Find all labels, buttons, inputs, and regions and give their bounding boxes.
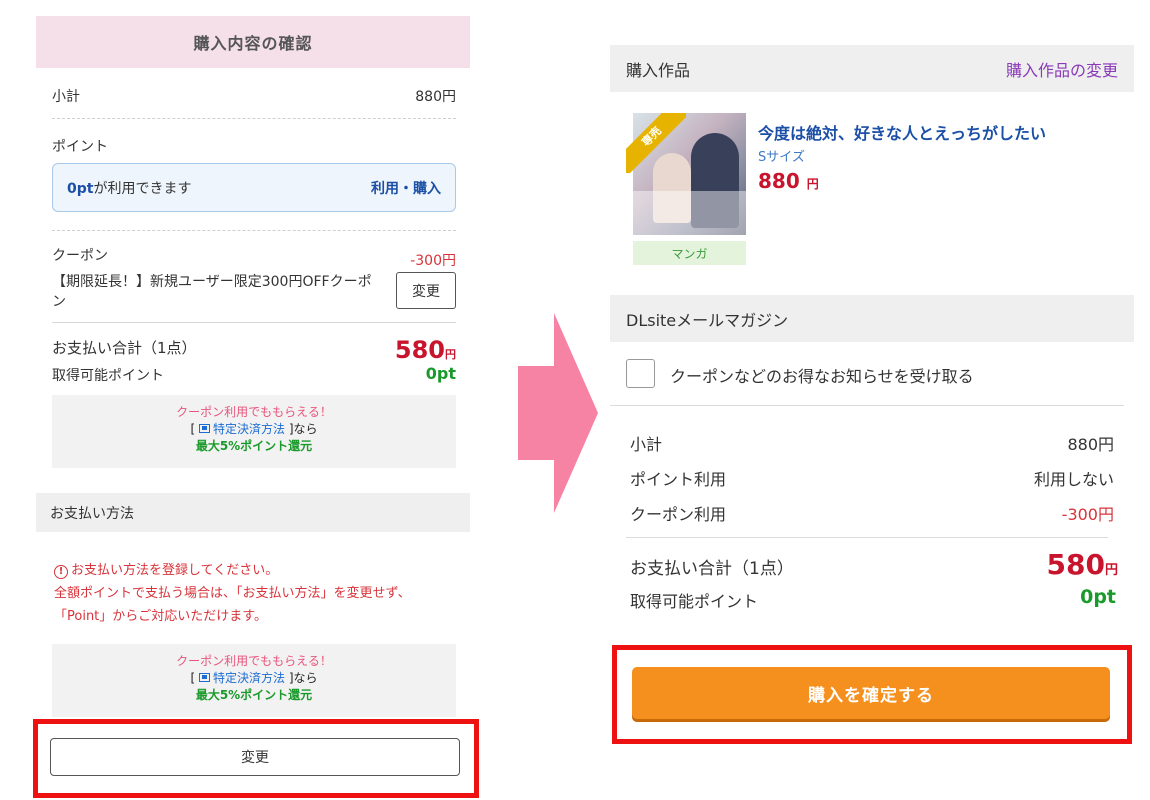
summary-value: -300円 — [1061, 505, 1114, 524]
promo-reward: 最大5%ポイント還元 — [195, 439, 313, 453]
earn-points-label: 取得可能ポイント — [630, 592, 759, 611]
promo-box: クーポン利用でももらえる！ [ 特定決済方法 ]なら 最大5%ポイント還元 — [52, 395, 456, 468]
earn-points-value: 0pt — [425, 364, 456, 383]
category-badge: マンガ — [633, 241, 746, 265]
product-price: 880 円 — [758, 169, 819, 193]
points-available-text: 0ptが利用できます — [67, 180, 192, 197]
coupon-change-button[interactable]: 変更 — [396, 272, 456, 309]
purchase-final-panel: 購入作品 購入作品の変更 専売 マンガ 今度は絶対、好きな人とえっちがしたい S… — [610, 45, 1134, 800]
summary-label: クーポン利用 — [630, 505, 727, 524]
divider — [52, 322, 456, 323]
warning-line1: お支払い方法を登録してください。 — [71, 563, 279, 578]
summary-value: 利用しない — [1033, 470, 1114, 489]
subtotal-row: 小計 880円 — [52, 86, 456, 106]
promo-headline: クーポン利用でももらえる！ — [176, 405, 332, 419]
newsletter-checkbox-label[interactable]: クーポンなどのお得なお知らせを受け取る — [670, 363, 974, 387]
earn-points-label: 取得可能ポイント — [52, 368, 164, 384]
page-title: 購入内容の確認 — [36, 16, 470, 68]
mail-magazine-header: DLsiteメールマガジン — [610, 295, 1134, 342]
summary-row: 小計 880円 — [630, 431, 1114, 455]
right-arrow-icon — [518, 313, 598, 513]
external-link-icon — [198, 424, 210, 433]
divider — [52, 118, 456, 119]
product-title-link[interactable]: 今度は絶対、好きな人とえっちがしたい — [758, 120, 1046, 144]
purchased-item-header: 購入作品 購入作品の変更 — [610, 45, 1134, 92]
promo-link-line: [ 特定決済方法 ]なら — [190, 422, 318, 436]
total-value: 580円 — [394, 336, 456, 364]
summary-label: 小計 — [630, 435, 663, 454]
coupon-discount-value: -300円 — [410, 253, 456, 269]
newsletter-checkbox[interactable] — [626, 359, 655, 388]
total-label: お支払い合計（1点） — [630, 559, 794, 579]
points-label: ポイント — [52, 139, 108, 155]
promo-link-line: [ 特定決済方法 ]なら — [190, 671, 318, 685]
total-label: お支払い合計（1点） — [52, 339, 197, 357]
divider — [626, 537, 1108, 538]
warning-line2: 全額ポイントで支払う場合は、「お支払い方法」を変更せず、「Point」からご対応… — [54, 586, 411, 624]
change-item-link[interactable]: 購入作品の変更 — [1006, 57, 1118, 81]
purchase-confirm-panel: 購入内容の確認 小計 880円 ポイント 0ptが利用できます 利用・購入 クー… — [33, 16, 479, 800]
summary-label: ポイント利用 — [630, 470, 727, 489]
promo-headline: クーポン利用でももらえる！ — [176, 654, 332, 668]
summary-row: ポイント利用 利用しない — [630, 466, 1114, 490]
summary-row: クーポン利用 -300円 — [630, 501, 1114, 525]
subtotal-label: 小計 — [52, 89, 80, 105]
summary-value: 880円 — [1067, 435, 1114, 454]
external-link-icon — [198, 673, 210, 682]
special-payment-link[interactable]: 特定決済方法 — [213, 671, 285, 685]
coupon-label: クーポン — [52, 248, 108, 264]
cover-sheet — [633, 191, 746, 235]
divider — [52, 230, 456, 231]
purchased-item-title: 購入作品 — [626, 60, 691, 80]
total-value: 580円 — [1046, 548, 1118, 581]
divider — [610, 405, 1124, 406]
alert-icon: ! — [54, 565, 68, 579]
confirm-purchase-button[interactable]: 購入を確定する — [632, 667, 1110, 719]
coupon-description: 【期限延長！】新規ユーザー限定300円OFFクーポン — [52, 274, 372, 310]
promo-box-2: クーポン利用でももらえる！ [ 特定決済方法 ]なら 最大5%ポイント還元 — [52, 644, 456, 717]
exclusive-badge: 専売 — [626, 113, 686, 173]
earn-points-value: 0pt — [1080, 586, 1116, 608]
promo-reward: 最大5%ポイント還元 — [195, 688, 313, 702]
use-purchase-points-link[interactable]: 利用・購入 — [371, 178, 441, 198]
payment-warning: ! お支払い方法を登録してください。 全額ポイントで支払う場合は、「お支払い方法」… — [54, 559, 449, 628]
subtotal-value: 880円 — [415, 89, 456, 105]
special-payment-link[interactable]: 特定決済方法 — [213, 422, 285, 436]
payment-method-header: お支払い方法 — [36, 493, 470, 532]
payment-change-button[interactable]: 変更 — [50, 738, 460, 776]
product-size: Sサイズ — [758, 150, 805, 165]
points-box[interactable]: 0ptが利用できます 利用・購入 — [52, 163, 456, 212]
